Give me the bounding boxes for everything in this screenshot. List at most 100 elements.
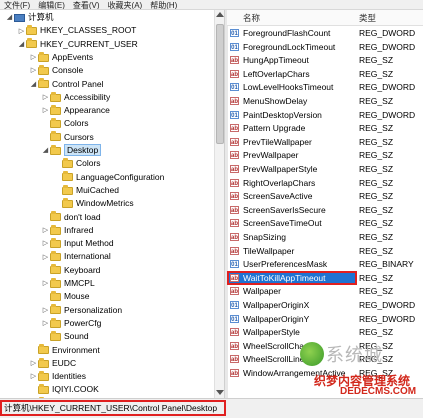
tree-node[interactable]: ◢HKEY_CURRENT_USER <box>18 38 138 51</box>
value-row[interactable]: 01UserPreferencesMaskREG_BINARY <box>227 258 423 271</box>
expand-arrow-icon[interactable]: ▷ <box>42 239 49 248</box>
scroll-up-arrow-icon[interactable] <box>216 12 224 17</box>
tree-node[interactable]: ▷Input Method <box>42 237 114 250</box>
tree-node[interactable]: ▷Console <box>30 64 83 77</box>
menu-item-0[interactable]: 文件(F) <box>0 2 34 10</box>
expand-arrow-icon[interactable]: ▷ <box>18 27 25 36</box>
expand-arrow-icon[interactable]: ▷ <box>42 279 49 288</box>
tree-node[interactable]: Keyboard <box>42 264 100 277</box>
tree-node-label: Sound <box>64 331 89 341</box>
tree-node[interactable]: ▷Infrared <box>42 224 93 237</box>
value-type: REG_SZ <box>359 163 393 176</box>
value-row[interactable]: abScreenSaveActiveREG_SZ <box>227 190 423 203</box>
menu-item-2[interactable]: 查看(V) <box>69 2 104 10</box>
tree-node[interactable]: ◢ Control Panel <box>30 78 104 91</box>
menu-item-3[interactable]: 收藏夹(A) <box>104 2 147 10</box>
value-row[interactable]: abMenuShowDelayREG_SZ <box>227 95 423 108</box>
value-row[interactable]: abPrevWallpaperREG_SZ <box>227 149 423 162</box>
menu-item-1[interactable]: 编辑(E) <box>34 2 69 10</box>
expand-arrow-icon[interactable]: ▷ <box>42 253 49 262</box>
folder-icon <box>26 40 37 48</box>
value-row[interactable]: 01WallpaperOriginXREG_DWORD <box>227 299 423 312</box>
value-row[interactable]: 01ForegroundLockTimeoutREG_DWORD <box>227 41 423 54</box>
tree-node[interactable]: ▷PowerCfg <box>42 317 101 330</box>
expand-arrow-icon[interactable]: ▷ <box>42 226 49 235</box>
value-row[interactable]: abHungAppTimeoutREG_SZ <box>227 54 423 67</box>
tree-node[interactable]: ▷HKEY_CLASSES_ROOT <box>18 24 136 37</box>
tree-node[interactable]: ◢Desktop <box>42 144 101 157</box>
tree-node[interactable]: LanguageConfiguration <box>54 171 164 184</box>
expand-arrow-icon[interactable]: ▷ <box>42 106 49 115</box>
tree-node[interactable]: Colors <box>42 117 89 130</box>
tree-node[interactable]: Sound <box>42 330 89 343</box>
menu-item-4[interactable]: 帮助(H) <box>146 2 181 10</box>
folder-icon <box>26 27 37 35</box>
watermark-title: 系统城 <box>326 341 383 367</box>
tree-node[interactable]: MuiCached <box>54 184 119 197</box>
expand-arrow-icon <box>42 120 49 129</box>
tree-node[interactable]: ▷International <box>42 250 111 263</box>
value-row[interactable]: abRightOverlapCharsREG_SZ <box>227 177 423 190</box>
value-row[interactable]: abPattern UpgradeREG_SZ <box>227 122 423 135</box>
collapse-arrow-icon[interactable]: ◢ <box>6 13 13 22</box>
collapse-arrow-icon[interactable]: ◢ <box>18 40 25 49</box>
tree-node[interactable]: IQIYI.COOK <box>30 383 99 396</box>
expand-arrow-icon[interactable]: ▷ <box>30 372 37 381</box>
expand-arrow-icon[interactable]: ▷ <box>42 319 49 328</box>
tree-node[interactable]: Mouse <box>42 290 90 303</box>
expand-arrow-icon[interactable]: ▷ <box>42 93 49 102</box>
tree-node-label: Colors <box>64 118 89 128</box>
value-name: TileWallpaper <box>243 245 294 258</box>
computer-icon <box>14 14 25 22</box>
tree-node[interactable]: ◢计算机 <box>6 11 54 24</box>
expand-arrow-icon[interactable]: ▷ <box>30 53 37 62</box>
column-header-name[interactable]: 名称 <box>243 12 260 24</box>
tree-node[interactable]: don't load <box>42 211 101 224</box>
tree-node[interactable]: ▷AppEvents <box>30 51 93 64</box>
registry-tree[interactable]: ◢计算机▷HKEY_CLASSES_ROOT◢HKEY_CURRENT_USER… <box>0 10 214 398</box>
scrollbar-thumb[interactable] <box>216 24 224 144</box>
value-row[interactable]: abWallpaperStyleREG_SZ <box>227 326 423 339</box>
column-header-type[interactable]: 类型 <box>359 12 376 24</box>
value-row[interactable]: 01PaintDesktopVersionREG_DWORD <box>227 109 423 122</box>
value-row[interactable]: abWaitToKillAppTimeoutREG_SZ <box>227 272 423 285</box>
string-value-icon: ab <box>230 138 239 146</box>
tree-node[interactable]: Environment <box>30 344 100 357</box>
value-row[interactable]: 01WallpaperOriginYREG_DWORD <box>227 313 423 326</box>
expand-arrow-icon[interactable]: ▷ <box>30 66 37 75</box>
list-header: 名称 类型 <box>227 10 423 26</box>
folder-icon <box>50 107 61 115</box>
collapse-arrow-icon[interactable]: ◢ <box>42 146 49 155</box>
value-row[interactable]: abWallpaperREG_SZ <box>227 285 423 298</box>
value-row[interactable]: abPrevTileWallpaperREG_SZ <box>227 136 423 149</box>
value-row[interactable]: abScreenSaveTimeOutREG_SZ <box>227 217 423 230</box>
tree-node[interactable]: Colors <box>54 157 101 170</box>
value-name: UserPreferencesMask <box>243 258 327 271</box>
tree-node[interactable]: ▷Appearance <box>42 104 110 117</box>
scroll-down-arrow-icon[interactable] <box>216 390 224 395</box>
value-row[interactable]: abScreenSaverIsSecureREG_SZ <box>227 204 423 217</box>
tree-node[interactable]: Cursors <box>42 131 94 144</box>
tree-node[interactable]: ▷MMCPL <box>42 277 95 290</box>
value-row[interactable]: 01LowLevelHooksTimeoutREG_DWORD <box>227 81 423 94</box>
value-name: LeftOverlapChars <box>243 68 310 81</box>
watermark: 系统城 织梦内容管理系统 DEDECMS.COM <box>300 342 423 398</box>
tree-node[interactable]: ▷Personalization <box>42 304 122 317</box>
expand-arrow-icon[interactable]: ▷ <box>42 306 49 315</box>
tree-node-label: Control Panel <box>52 79 104 89</box>
tree-node[interactable]: ▷Identities <box>30 370 86 383</box>
tree-node[interactable]: WindowMetrics <box>54 197 134 210</box>
value-type: REG_SZ <box>359 54 393 67</box>
expand-arrow-icon[interactable]: ▷ <box>30 359 37 368</box>
value-row[interactable]: abLeftOverlapCharsREG_SZ <box>227 68 423 81</box>
tree-node[interactable]: ▷EUDC <box>30 357 76 370</box>
value-name: PaintDesktopVersion <box>243 109 322 122</box>
value-row[interactable]: abPrevWallpaperStyleREG_SZ <box>227 163 423 176</box>
value-row[interactable]: 01ForegroundFlashCountREG_DWORD <box>227 27 423 40</box>
tree-node-label: Colors <box>76 158 101 168</box>
tree-node[interactable]: ▷Accessibility <box>42 91 110 104</box>
value-row[interactable]: abTileWallpaperREG_SZ <box>227 245 423 258</box>
value-type: REG_SZ <box>359 217 393 230</box>
collapse-arrow-icon[interactable]: ◢ <box>30 80 37 89</box>
value-row[interactable]: abSnapSizingREG_SZ <box>227 231 423 244</box>
